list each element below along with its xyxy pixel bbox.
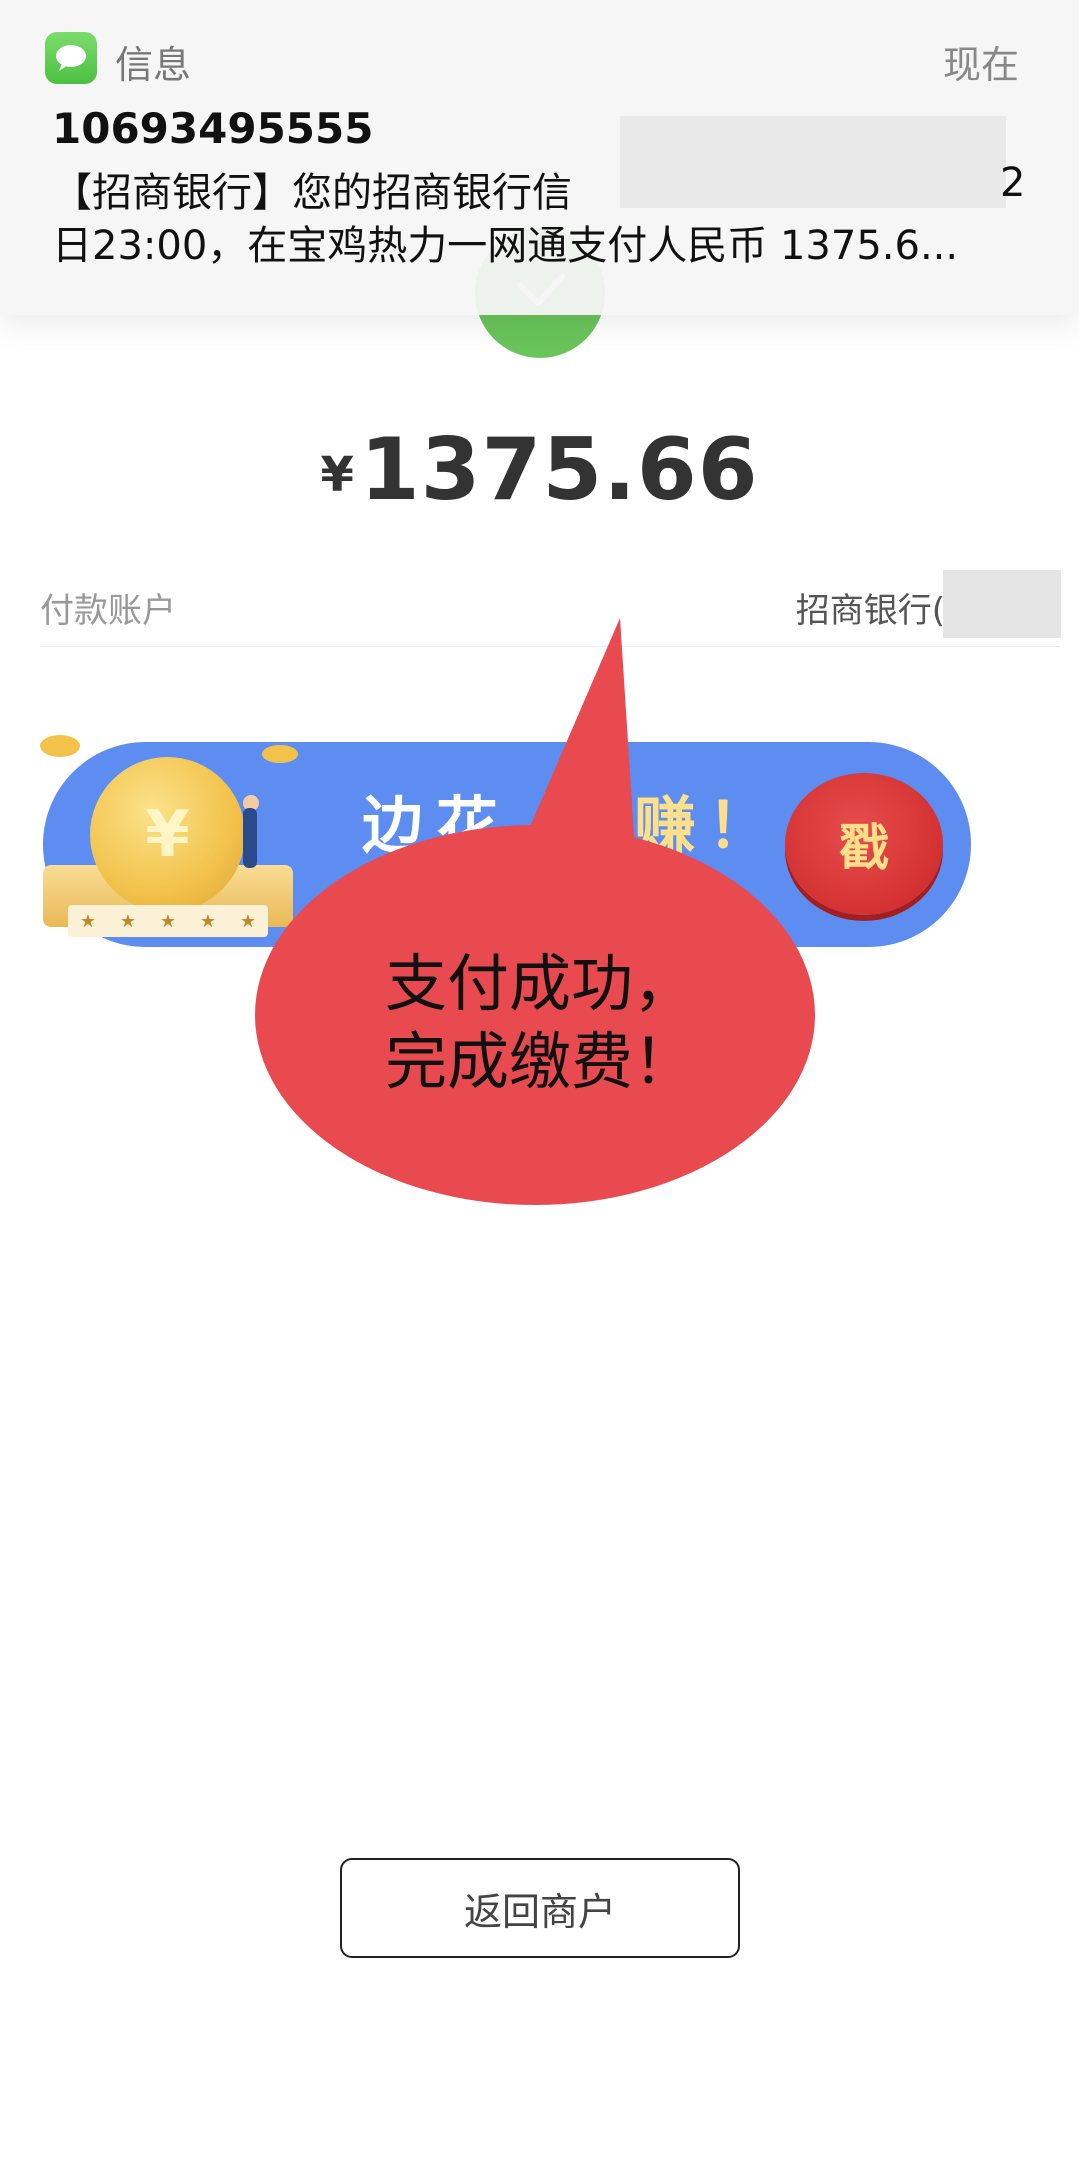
account-label: 付款账户 (40, 591, 176, 631)
callout-line-1: 支付成功， (384, 947, 695, 1020)
star-icon: ★ (159, 910, 177, 932)
small-coin-icon (40, 735, 80, 757)
star-icon: ★ (79, 910, 97, 932)
redaction-box (620, 116, 1006, 208)
callout-line-2: 完成缴费！ (384, 1025, 695, 1098)
star-icon: ★ (239, 910, 257, 932)
redaction-box (943, 570, 1061, 638)
sms-notification[interactable]: 信息 现在 10693495555 【招商银行】您的招商银行信 2 日23:00… (0, 0, 1079, 315)
messages-app-icon (45, 32, 97, 84)
currency-symbol: ¥ (320, 447, 354, 503)
payment-amount: ¥1375.66 (0, 420, 1079, 520)
star-icon: ★ (199, 910, 217, 932)
speech-bubble-icon (56, 45, 86, 71)
star-icon: ★ (119, 910, 137, 932)
poke-label: 戳 (839, 819, 889, 877)
account-value: 招商银行( (795, 591, 945, 631)
back-to-merchant-button[interactable]: 返回商户 (340, 1858, 740, 1958)
coin-icon: ¥ (90, 757, 245, 912)
notification-app-name: 信息 (115, 43, 192, 87)
banner-text-start: 边花 (362, 789, 511, 862)
star-row: ★ ★ ★ ★ ★ (68, 905, 268, 937)
notification-time: 现在 (942, 43, 1019, 87)
small-coin-icon (262, 745, 298, 763)
notification-sender: 10693495555 (52, 104, 374, 153)
notification-message-line-1-tail: 2 (1000, 160, 1026, 206)
coin-symbol: ¥ (145, 797, 190, 872)
poke-button[interactable]: 戳 (785, 773, 943, 915)
person-figure-icon (243, 808, 257, 868)
payment-account-row: 付款账户 招商银行( (40, 575, 1060, 647)
banner-text-end: 赚！ (633, 789, 782, 862)
callout-text: 支付成功， 完成缴费！ (300, 945, 780, 1101)
notification-message-line-2: 日23:00，在宝鸡热力一网通支付人民币 1375.6... (52, 223, 959, 269)
banner-text: 边花 赚！ (362, 775, 782, 865)
amount-value: 1375.66 (359, 420, 759, 520)
